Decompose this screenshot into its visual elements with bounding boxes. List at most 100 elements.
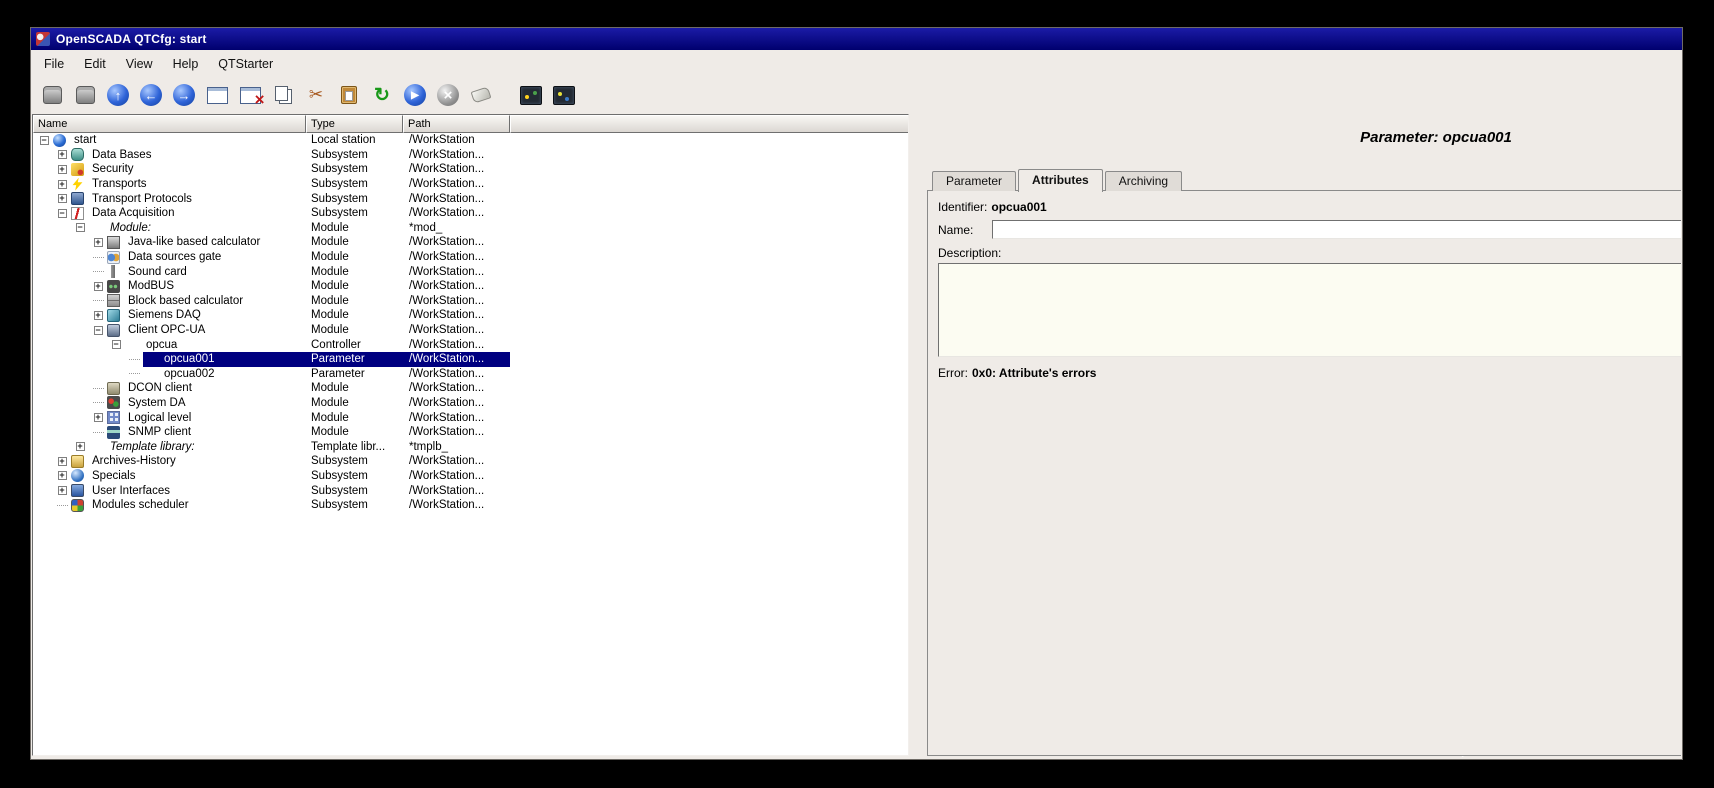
tab-archiving[interactable]: Archiving [1105,171,1182,191]
up-icon [107,84,129,106]
tree-row[interactable]: +Java-like based calculatorModule/WorkSt… [33,235,908,250]
tree-item-name: +Java-like based calculator [33,235,306,250]
tree-expander[interactable]: + [53,150,71,159]
tree-row[interactable]: +SpecialsSubsystem/WorkStation... [33,469,908,484]
tree-row[interactable]: opcua001Parameter/WorkStation... [33,352,908,367]
tab-attributes[interactable]: Attributes [1018,169,1103,192]
tree-row[interactable]: −opcuaController/WorkStation... [33,337,908,352]
menu-view[interactable]: View [116,53,163,75]
tree-item-name: +Siemens DAQ [33,308,306,323]
tree-row[interactable]: −Client OPC-UAModule/WorkStation... [33,323,908,338]
tree-row[interactable]: +Logical levelModule/WorkStation... [33,410,908,425]
changes-button[interactable] [466,81,496,109]
menu-edit[interactable]: Edit [74,53,116,75]
tree-item-label: opcua002 [162,368,217,380]
tree-row[interactable]: Modules schedulerSubsystem/WorkStation..… [33,498,908,513]
databases-icon [71,148,84,161]
name-input[interactable] [992,220,1681,239]
start-button[interactable] [400,81,430,109]
tree-item-path: /WorkStation [403,133,510,148]
tree-item-label: Transports [90,178,149,190]
tree-branch-line [93,300,104,301]
forward-button[interactable] [169,81,199,109]
tree-row[interactable]: +Archives-HistorySubsystem/WorkStation..… [33,454,908,469]
tree-item-label: Client OPC-UA [126,324,207,336]
description-input[interactable] [938,263,1681,357]
tree-item-name: +Security [33,162,306,177]
tree-item-type: Parameter [306,367,403,382]
tree-row[interactable]: SNMP clientModule/WorkStation... [33,425,908,440]
tree-expander[interactable]: + [53,457,71,466]
tree-item-type: Module [306,381,403,396]
tree-item-path: /WorkStation... [403,425,510,440]
tree-row[interactable]: +TransportsSubsystem/WorkStation... [33,177,908,192]
menu-qtstarter[interactable]: QTStarter [208,53,283,75]
tree-row[interactable]: +Template library:Template libr...*tmplb… [33,439,908,454]
tree-row[interactable]: Sound cardModule/WorkStation... [33,264,908,279]
menu-file[interactable]: File [34,53,74,75]
paste-button[interactable] [334,81,364,109]
tree-expander[interactable]: + [71,442,89,451]
opcua-icon [107,324,120,337]
tree-row[interactable]: Block based calculatorModule/WorkStation… [33,294,908,309]
save-button[interactable] [70,81,100,109]
up-button[interactable] [103,81,133,109]
tree-row[interactable]: +Transport ProtocolsSubsystem/WorkStatio… [33,191,908,206]
add-item-button[interactable] [202,81,232,109]
tree-row[interactable]: DCON clientModule/WorkStation... [33,381,908,396]
tree-expander[interactable]: + [53,486,71,495]
menu-help[interactable]: Help [163,53,209,75]
qtstarter-module-2-button[interactable] [549,81,579,109]
start-icon [404,84,426,106]
tree-row[interactable]: −Data AcquisitionSubsystem/WorkStation..… [33,206,908,221]
tab-parameter[interactable]: Parameter [932,171,1016,191]
tree-row[interactable]: +ModBUSModule/WorkStation... [33,279,908,294]
tree-expander[interactable]: + [53,165,71,174]
tree-item-type: Module [306,264,403,279]
column-header-type[interactable]: Type [306,115,403,133]
tree-branch-line [93,271,104,272]
tree-row[interactable]: Data sources gateModule/WorkStation... [33,250,908,265]
tree-expander[interactable]: − [107,340,125,349]
load-button[interactable] [37,81,67,109]
tree-expander[interactable]: + [89,311,107,320]
tree-expander[interactable]: + [89,238,107,247]
tree-branch [89,257,107,258]
column-header-path[interactable]: Path [403,115,510,133]
tree-row[interactable]: +Data BasesSubsystem/WorkStation... [33,148,908,163]
tree-expander[interactable]: − [35,136,53,145]
tree-row[interactable]: +SecuritySubsystem/WorkStation... [33,162,908,177]
splitter[interactable] [909,113,918,756]
qtstarter-module-1-button[interactable] [516,81,546,109]
tree-item-path: /WorkStation... [403,235,510,250]
refresh-button[interactable] [367,81,397,109]
tree-expander[interactable]: − [89,326,107,335]
tree-expander[interactable]: + [53,194,71,203]
tree-expander[interactable]: + [89,282,107,291]
tree-branch [89,300,107,301]
tree-item-path: /WorkStation... [403,206,510,221]
tree-expander[interactable]: + [89,413,107,422]
stop-button[interactable] [433,81,463,109]
tree-expander[interactable]: + [53,180,71,189]
tree-expander[interactable]: + [53,471,71,480]
delete-item-button[interactable] [235,81,265,109]
tree-row[interactable]: System DAModule/WorkStation... [33,396,908,411]
tree-row[interactable]: opcua002Parameter/WorkStation... [33,367,908,382]
tree-item-type: Module [306,308,403,323]
tree-item-label: Block based calculator [126,295,245,307]
tree-expander[interactable]: − [53,209,71,218]
tree-item-content: opcua001 [143,352,306,367]
tree-row[interactable]: +Siemens DAQModule/WorkStation... [33,308,908,323]
titlebar[interactable]: OpenSCADA QTCfg: start [31,28,1682,50]
tree-branch-line [93,432,104,433]
tree-row[interactable]: +User InterfacesSubsystem/WorkStation... [33,483,908,498]
back-button[interactable] [136,81,166,109]
cut-button[interactable] [301,81,331,109]
tree-row[interactable]: −startLocal station/WorkStation [33,133,908,148]
tree-item-content: Data Bases [71,148,306,163]
column-header-name[interactable]: Name [33,115,306,133]
tree-expander[interactable]: − [71,223,89,232]
tree-row[interactable]: −Module:Module*mod_ [33,221,908,236]
copy-button[interactable] [268,81,298,109]
